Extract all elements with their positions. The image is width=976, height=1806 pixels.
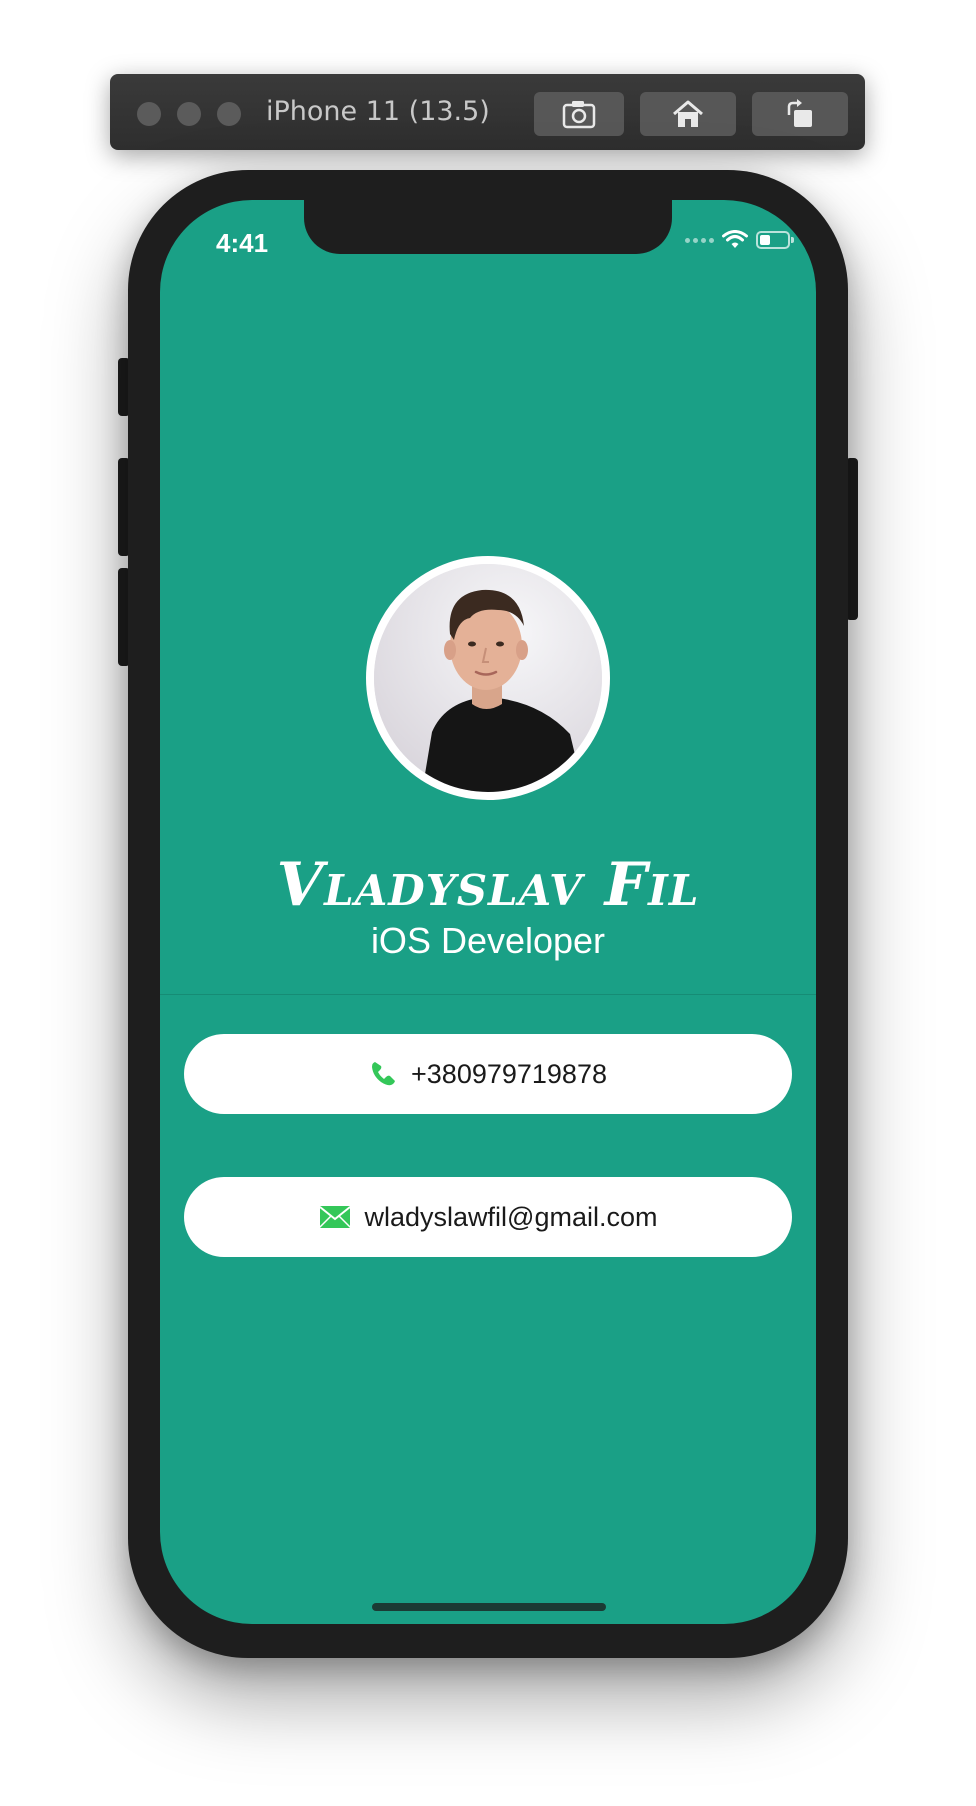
window-minimize-button[interactable]	[177, 102, 201, 126]
home-icon	[673, 100, 703, 127]
email-card[interactable]: wladyslawfil@gmail.com	[184, 1177, 792, 1257]
status-icons	[685, 230, 794, 250]
camera-icon	[562, 101, 596, 129]
status-time: 4:41	[216, 228, 269, 258]
profile-name: Vladyslav Fil	[276, 850, 700, 920]
app-screen: 4:41 Vladyslav Fil iOS Developer +380979…	[160, 200, 816, 1624]
profile-photo	[374, 564, 602, 792]
phone-card[interactable]: +380979719878	[184, 1034, 792, 1114]
notch	[304, 200, 672, 254]
phone-number: +380979719878	[411, 1058, 607, 1089]
iphone-frame: 4:41 Vladyslav Fil iOS Developer +380979…	[128, 170, 848, 1658]
battery-level	[760, 235, 770, 245]
phone-icon	[372, 1062, 396, 1086]
home-button[interactable]	[640, 92, 736, 136]
window-zoom-button[interactable]	[217, 102, 241, 126]
rotate-button[interactable]	[752, 92, 848, 136]
profile-role: iOS Developer	[370, 920, 606, 961]
simulator-toolbar: iPhone 11 (13.5)	[110, 74, 865, 150]
envelope-icon	[318, 1206, 351, 1228]
simulator-window: iPhone 11 (13.5) 4:41 Vladyslav Fil iOS …	[0, 0, 976, 1806]
simulator-title: iPhone 11 (13.5)	[266, 96, 490, 127]
battery-icon	[756, 231, 794, 249]
avatar	[366, 556, 610, 800]
cellular-signal-icon	[685, 237, 714, 243]
wifi-icon	[722, 230, 748, 248]
divider	[160, 994, 816, 995]
window-close-button[interactable]	[137, 102, 161, 126]
screenshot-button[interactable]	[534, 92, 624, 136]
home-indicator[interactable]	[372, 1603, 606, 1611]
email-address: wladyslawfil@gmail.com	[364, 1201, 658, 1232]
rotate-icon	[787, 99, 812, 127]
